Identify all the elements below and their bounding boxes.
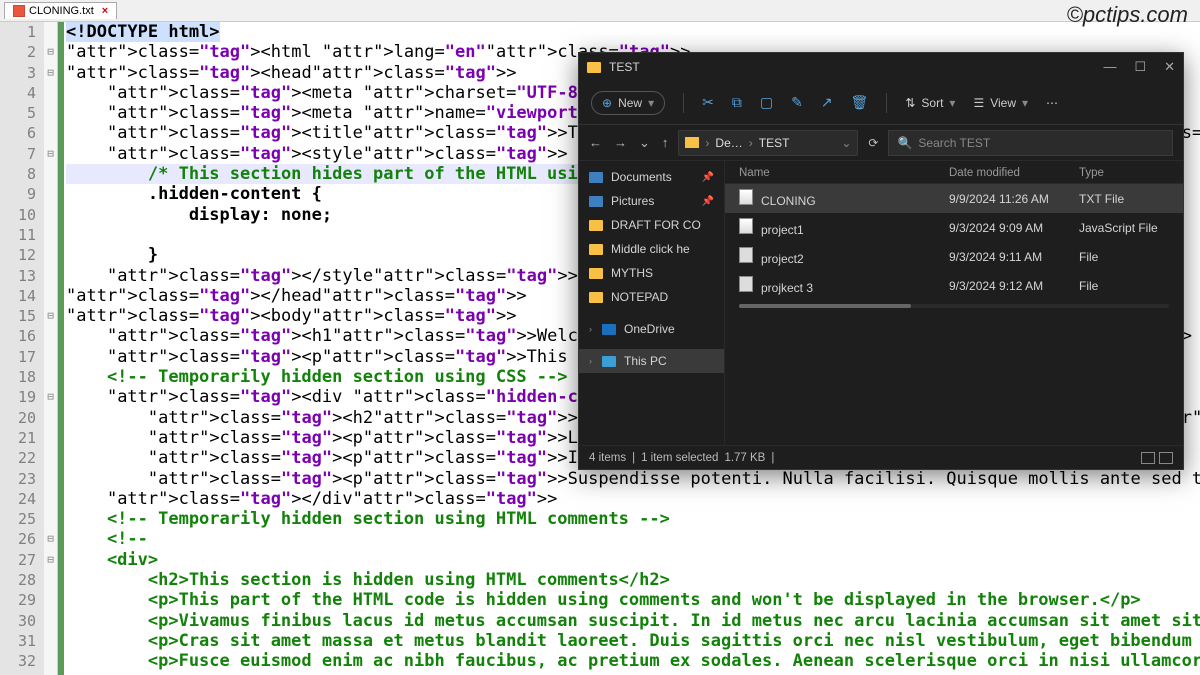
file-row[interactable]: CLONING9/9/2024 11:26 AMTXT File	[725, 184, 1183, 213]
paste-icon[interactable]: ▢	[760, 94, 773, 111]
more-button[interactable]: ⋯	[1046, 96, 1058, 110]
back-button[interactable]: ←	[589, 135, 602, 151]
rename-icon[interactable]: ✎	[791, 94, 803, 111]
editor-tab-bar: CLONING.txt ×	[0, 0, 1200, 22]
close-tab-icon[interactable]: ×	[102, 5, 108, 17]
copy-icon[interactable]: ⧉	[732, 94, 742, 111]
address-bar[interactable]: › De… › TEST ⌄	[678, 130, 858, 156]
folder-icon	[587, 62, 601, 73]
file-tab[interactable]: CLONING.txt ×	[4, 2, 117, 19]
close-button[interactable]: ✕	[1164, 59, 1175, 75]
sidebar-item[interactable]: DRAFT FOR CO	[579, 213, 724, 237]
line-number-gutter: 1234567891011121314151617181920212223242…	[0, 22, 44, 675]
view-button[interactable]: ☰View▾	[973, 96, 1028, 110]
tab-filename: CLONING.txt	[29, 5, 94, 17]
file-row[interactable]: projkect 39/3/2024 9:12 AMFile	[725, 271, 1183, 300]
column-headers[interactable]: Name Date modified Type	[725, 161, 1183, 184]
new-button[interactable]: ⊕ New ▾	[591, 91, 665, 115]
up-button[interactable]: ↑	[662, 135, 669, 151]
sidebar-item[interactable]: Pictures📌	[579, 189, 724, 213]
forward-button[interactable]: →	[614, 135, 627, 151]
sidebar-item[interactable]: MYTHS	[579, 261, 724, 285]
recent-button[interactable]: ⌄	[639, 135, 650, 151]
toolbar: ⊕ New ▾ ✂ ⧉ ▢ ✎ ↗ 🗑 ⇅Sort▾ ☰View▾ ⋯	[579, 81, 1183, 125]
minimize-button[interactable]: —	[1103, 59, 1116, 75]
cut-icon[interactable]: ✂	[702, 94, 714, 111]
thumbnails-view-icon[interactable]	[1159, 452, 1173, 464]
file-type-icon	[13, 5, 25, 17]
search-box[interactable]: 🔍 Search TEST	[888, 130, 1173, 156]
title-bar[interactable]: TEST — ☐ ✕	[579, 53, 1183, 81]
file-row[interactable]: project19/3/2024 9:09 AMJavaScript File	[725, 213, 1183, 242]
folder-icon	[685, 137, 699, 148]
sidebar-item[interactable]: Middle click he	[579, 237, 724, 261]
nav-row: ← → ⌄ ↑ › De… › TEST ⌄ ⟳ 🔍 Search TEST	[579, 125, 1183, 161]
sidebar-item[interactable]: NOTEPAD	[579, 285, 724, 309]
search-icon: 🔍	[897, 136, 912, 150]
fold-column[interactable]: ⊟⊟⊟⊟⊟⊟⊟	[44, 22, 58, 675]
sidebar-this-pc[interactable]: ›This PC	[579, 349, 724, 373]
window-title: TEST	[609, 60, 640, 74]
file-explorer-window[interactable]: TEST — ☐ ✕ ⊕ New ▾ ✂ ⧉ ▢ ✎ ↗ 🗑 ⇅Sort▾ ☰V…	[578, 52, 1184, 470]
watermark: ©pctips.com	[1067, 2, 1188, 28]
share-icon[interactable]: ↗	[821, 94, 833, 111]
details-view-icon[interactable]	[1141, 452, 1155, 464]
status-bar: 4 items| 1 item selected 1.77 KB|	[579, 445, 1183, 469]
sidebar-onedrive[interactable]: ›OneDrive	[579, 317, 724, 341]
maximize-button[interactable]: ☐	[1134, 59, 1146, 75]
horizontal-scrollbar[interactable]	[739, 304, 1169, 310]
refresh-button[interactable]: ⟳	[868, 136, 878, 150]
sidebar-item[interactable]: Documents📌	[579, 165, 724, 189]
sidebar[interactable]: Documents📌Pictures📌DRAFT FOR COMiddle cl…	[579, 161, 725, 445]
sort-button[interactable]: ⇅Sort▾	[905, 96, 955, 110]
delete-icon[interactable]: 🗑	[851, 94, 869, 111]
file-list[interactable]: Name Date modified Type CLONING9/9/2024 …	[725, 161, 1183, 445]
file-row[interactable]: project29/3/2024 9:11 AMFile	[725, 242, 1183, 271]
